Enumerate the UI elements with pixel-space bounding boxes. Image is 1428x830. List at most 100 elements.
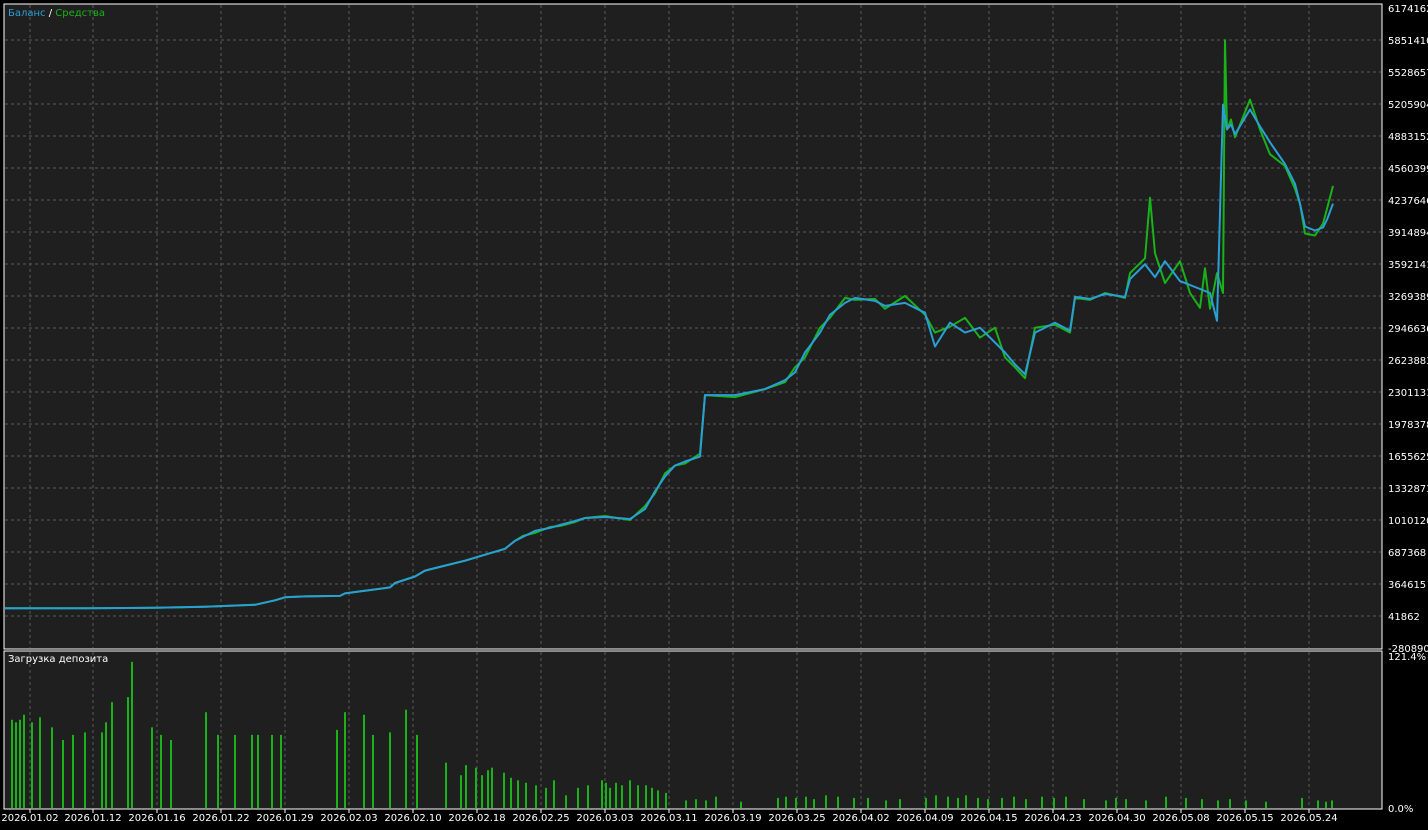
y-tick-label: 687368	[1388, 548, 1426, 559]
deposit-load-bar	[1083, 799, 1085, 808]
deposit-load-bar	[925, 797, 927, 808]
deposit-load-bar	[39, 717, 41, 808]
deposit-load-bar	[665, 792, 667, 808]
deposit-load-bar	[1145, 800, 1147, 808]
deposit-load-tick-min: 0.0%	[1388, 804, 1413, 815]
deposit-load-bar	[867, 797, 869, 808]
x-tick-label: 2026.04.02	[832, 813, 889, 824]
deposit-load-bar	[1001, 797, 1003, 808]
y-tick-label: 2301131	[1388, 388, 1428, 399]
deposit-load-bar	[651, 787, 653, 808]
x-tick-label: 2026.01.12	[64, 813, 121, 824]
deposit-load-bar	[1065, 796, 1067, 808]
deposit-load-bar	[645, 785, 647, 808]
y-tick-label: 4560399	[1388, 164, 1428, 175]
trading-report-chart: 6174162 5851410 5528657 5205904 4883152 45603…	[0, 0, 1428, 826]
deposit-load-bar	[405, 709, 407, 808]
deposit-load-bar	[465, 765, 467, 808]
deposit-load-bar	[503, 772, 505, 808]
deposit-load-bar	[510, 777, 512, 808]
deposit-load-bar	[372, 734, 374, 808]
y-tick-label: 6174162	[1388, 4, 1428, 15]
deposit-load-bar	[740, 801, 742, 808]
deposit-load-bar	[705, 800, 707, 808]
deposit-load-bar	[637, 785, 639, 808]
deposit-load-bar	[336, 729, 338, 808]
deposit-load-bar	[363, 714, 365, 808]
deposit-load-bar	[853, 797, 855, 808]
y-tick-label: 3269389	[1388, 292, 1428, 303]
deposit-load-bar	[605, 782, 607, 808]
deposit-load-bar	[587, 785, 589, 808]
deposit-load-bar	[475, 767, 477, 808]
deposit-load-bar	[160, 734, 162, 808]
legend-balance-label: Баланс	[8, 8, 46, 19]
deposit-load-tick-max: 121.4%	[1388, 652, 1426, 663]
deposit-load-bar	[251, 734, 253, 808]
x-tick-label: 2026.02.10	[384, 813, 441, 824]
deposit-load-bar	[1229, 799, 1231, 808]
deposit-load-bar	[151, 727, 153, 808]
deposit-load-bar	[62, 739, 64, 808]
deposit-load-bar	[131, 661, 133, 808]
deposit-load-bar	[51, 727, 53, 808]
x-tick-label: 2026.02.03	[320, 813, 377, 824]
deposit-load-bar	[987, 799, 989, 808]
y-tick-label: 364615	[1388, 580, 1426, 591]
y-tick-label: 2946636	[1388, 324, 1428, 335]
x-tick-label: 2026.01.22	[192, 813, 249, 824]
y-tick-label: 2623883	[1388, 356, 1428, 367]
deposit-load-title: Загрузка депозита	[8, 654, 108, 665]
y-tick-label: 41862	[1388, 612, 1420, 623]
deposit-load-bar	[1201, 799, 1203, 808]
deposit-load-bar	[1053, 797, 1055, 808]
deposit-load-bar	[205, 712, 207, 808]
deposit-load-bar	[565, 795, 567, 808]
deposit-load-bar	[234, 734, 236, 808]
deposit-load-bar	[1331, 800, 1333, 808]
x-tick-label: 2026.04.23	[1024, 813, 1081, 824]
deposit-load-bar	[491, 767, 493, 808]
deposit-load-bar	[1217, 800, 1219, 808]
deposit-load-bar	[84, 732, 86, 808]
deposit-load-bar	[813, 799, 815, 808]
x-tick-label: 2026.04.15	[960, 813, 1017, 824]
x-tick-label: 2026.03.03	[576, 813, 633, 824]
deposit-load-bar	[601, 780, 603, 808]
deposit-load-bar	[271, 734, 273, 808]
deposit-load-bar	[1115, 797, 1117, 808]
deposit-load-bar	[344, 712, 346, 808]
deposit-load-bar	[170, 739, 172, 808]
x-tick-label: 2026.05.15	[1216, 813, 1273, 824]
y-tick-label: 3592141	[1388, 260, 1428, 271]
deposit-load-bar	[957, 797, 959, 808]
deposit-load-bar	[935, 795, 937, 808]
deposit-load-bar	[1125, 799, 1127, 808]
y-tick-label: 1332873	[1388, 484, 1428, 495]
x-tick-label: 2026.02.25	[512, 813, 569, 824]
deposit-load-bar	[1165, 796, 1167, 808]
deposit-load-bar	[785, 796, 787, 808]
deposit-load-bar	[15, 722, 17, 808]
x-tick-label: 2026.05.08	[1152, 813, 1209, 824]
x-tick-label: 2026.01.16	[128, 813, 185, 824]
chart-svg: 6174162 5851410 5528657 5205904 4883152 45603…	[0, 0, 1428, 826]
deposit-load-bar	[1041, 796, 1043, 808]
deposit-load-bar	[1317, 800, 1319, 808]
deposit-load-bar	[280, 734, 282, 808]
deposit-load-bar	[517, 780, 519, 808]
deposit-load-bar	[629, 780, 631, 808]
deposit-load-bar	[445, 762, 447, 808]
deposit-load-bar	[695, 799, 697, 808]
deposit-load-bar	[1245, 800, 1247, 808]
deposit-load-bar	[535, 785, 537, 808]
deposit-load-bar	[481, 775, 483, 808]
y-tick-label: 5205904	[1388, 100, 1428, 111]
deposit-load-bar	[257, 734, 259, 808]
x-tick-label: 2026.03.11	[640, 813, 697, 824]
deposit-load-bar	[525, 782, 527, 808]
deposit-load-bar	[127, 697, 129, 808]
deposit-load-bar	[837, 796, 839, 808]
deposit-load-bar	[460, 775, 462, 808]
deposit-load-plot-area	[3, 650, 1383, 810]
